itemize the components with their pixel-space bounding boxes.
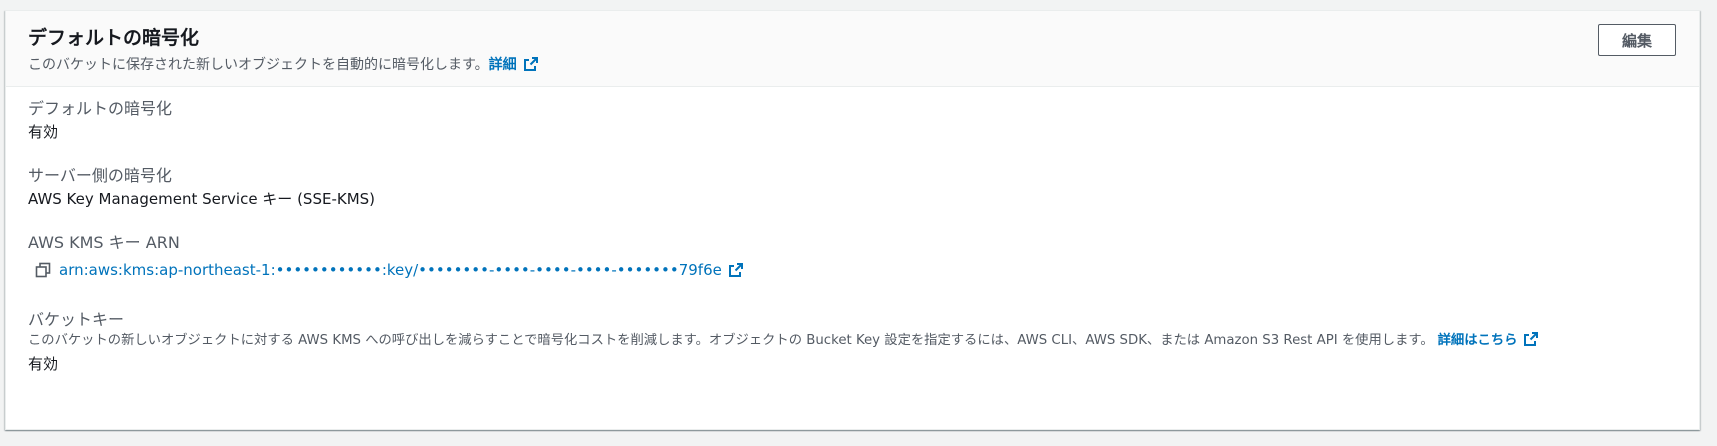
details-link-label: 詳細 [488,57,517,73]
default-encryption-value: 有効 [28,123,59,141]
kms-key-arn-value: arn:aws:kms:ap-northeast-1:••••••••••••:… [59,261,722,279]
details-link[interactable]: 詳細 [489,54,539,74]
edit-button[interactable]: 編集 [1598,24,1676,56]
learn-more-link-label: 詳細はこちら [1437,333,1518,348]
bucket-key-label: バケットキー [28,310,125,329]
panel-title: デフォルトの暗号化 [28,27,200,49]
server-side-encryption-label: サーバー側の暗号化 [28,166,172,185]
kms-key-arn-link[interactable]: arn:aws:kms:ap-northeast-1:••••••••••••:… [59,261,744,279]
default-encryption-label: デフォルトの暗号化 [28,99,173,118]
kms-key-arn-row: arn:aws:kms:ap-northeast-1:••••••••••••:… [35,261,744,279]
kms-key-arn-label: AWS KMS キー ARN [28,233,180,252]
bucket-key-value: 有効 [28,355,59,373]
learn-more-link[interactable]: 詳細はこちら [1438,329,1540,348]
external-link-icon [1524,331,1539,346]
bucket-key-description: このバケットの新しいオブジェクトに対する AWS KMS への呼び出しを減らすこ… [28,329,1539,348]
panel-description: このバケットに保存された新しいオブジェクトを自動的に暗号化します。 詳細 [28,54,539,74]
copy-icon[interactable] [35,262,51,278]
panel-description-text: このバケットに保存された新しいオブジェクトを自動的に暗号化します。 [28,57,489,73]
external-link-icon [728,263,743,277]
external-link-icon [523,57,538,71]
panel-header: デフォルトの暗号化 このバケットに保存された新しいオブジェクトを自動的に暗号化し… [6,11,1699,87]
default-encryption-panel: デフォルトの暗号化 このバケットに保存された新しいオブジェクトを自動的に暗号化し… [5,10,1700,430]
bucket-key-description-text: このバケットの新しいオブジェクトに対する AWS KMS への呼び出しを減らすこ… [28,333,1434,348]
server-side-encryption-value: AWS Key Management Service キー (SSE-KMS) [28,190,376,208]
